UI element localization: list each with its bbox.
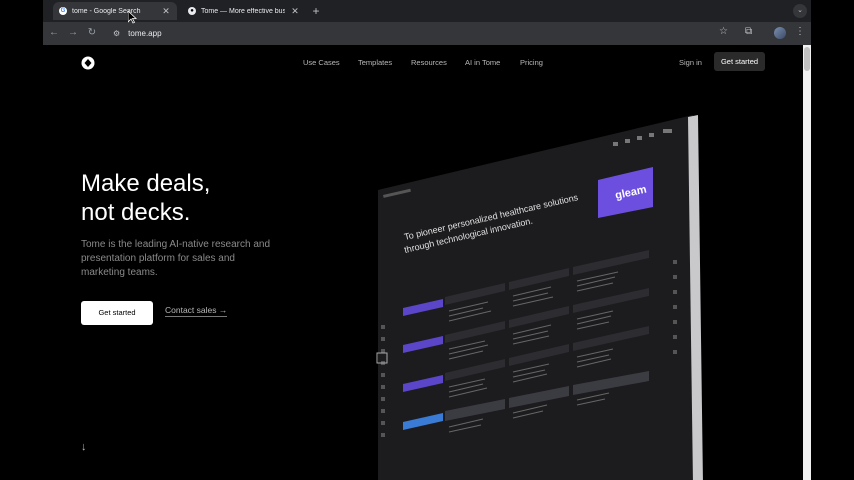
scrollbar-thumb[interactable] — [804, 47, 810, 71]
extensions-puzzle-icon[interactable]: ⧉ — [745, 26, 752, 37]
screen: G tome - Google Search ✕ ● Tome — More e… — [0, 0, 854, 480]
hero-description: Tome is the leading AI-native research a… — [81, 239, 270, 278]
sign-in-link[interactable]: Sign in — [679, 58, 702, 67]
back-arrow-icon[interactable]: ← — [47, 26, 61, 40]
browser-menu-icon[interactable]: ⋮ — [795, 26, 805, 37]
new-tab-button[interactable]: + — [309, 4, 323, 18]
nav-use-cases[interactable]: Use Cases — [303, 58, 340, 67]
hero-title: Make deals, not decks. — [81, 170, 211, 226]
url-text: tome.app — [128, 29, 162, 38]
page-scrollbar[interactable] — [803, 45, 811, 480]
tome-logo-icon[interactable] — [81, 56, 95, 70]
nav-templates[interactable]: Templates — [358, 58, 392, 67]
nav-ai-in-tome[interactable]: AI in Tome — [465, 58, 500, 67]
contact-sales-link[interactable]: Contact sales → — [165, 305, 228, 317]
profile-avatar[interactable] — [774, 27, 786, 39]
tab-strip: G tome - Google Search ✕ ● Tome — More e… — [43, 0, 811, 22]
tab-title: tome - Google Search — [72, 7, 141, 15]
tab-google-search[interactable]: G tome - Google Search ✕ — [53, 2, 177, 20]
bookmark-star-icon[interactable]: ☆ — [719, 26, 728, 37]
tab-tome[interactable]: ● Tome — More effective busin... ✕ — [182, 2, 306, 20]
page-viewport: Use Cases Templates Resources AI in Tome… — [43, 45, 803, 480]
nav-get-started-button[interactable]: Get started — [714, 52, 765, 71]
site-info-icon[interactable]: ⚙ — [113, 29, 120, 38]
reload-icon[interactable]: ↻ — [85, 26, 99, 40]
nav-pricing[interactable]: Pricing — [520, 58, 543, 67]
tab-search-chevron-icon[interactable]: ⌄ — [793, 4, 807, 18]
tab-title: Tome — More effective busin... — [201, 7, 285, 15]
browser-window: G tome - Google Search ✕ ● Tome — More e… — [43, 0, 811, 480]
close-tab-icon[interactable]: ✕ — [161, 6, 171, 17]
product-mockup-image: To pioneer personalized healthcare solut… — [376, 115, 703, 480]
hero-get-started-button[interactable]: Get started — [81, 301, 153, 325]
scroll-down-arrow-icon[interactable]: ↓ — [81, 441, 87, 453]
address-bar[interactable]: ⚙ tome.app — [105, 25, 745, 42]
nav-resources[interactable]: Resources — [411, 58, 447, 67]
mouse-cursor-icon — [128, 11, 137, 24]
forward-arrow-icon[interactable]: → — [66, 26, 80, 40]
tome-favicon-icon: ● — [188, 7, 196, 15]
browser-toolbar: ← → ↻ ⚙ tome.app ☆ ⧉ ⋮ — [43, 22, 811, 45]
google-favicon-icon: G — [59, 7, 67, 15]
close-tab-icon[interactable]: ✕ — [290, 6, 300, 17]
